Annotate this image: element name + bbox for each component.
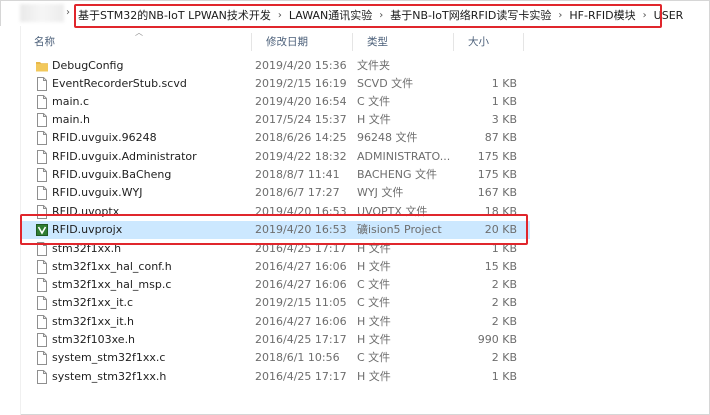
file-row[interactable]: stm32f1xx_hal_conf.h 2016/4/27 16:06 H 文件 1… [20, 258, 530, 276]
file-name: main.c [52, 95, 90, 108]
file-size: 1 KB [491, 95, 517, 108]
file-size: 15 KB [484, 260, 517, 273]
file-type: 96248 文件 [357, 131, 418, 144]
address-bar-highlight-box [74, 4, 662, 28]
file-size: 990 KB [477, 333, 517, 346]
file-size: 2 KB [491, 296, 517, 309]
file-size: 2 KB [491, 351, 517, 364]
file-icon [37, 260, 47, 274]
file-icon [37, 315, 47, 329]
file-row[interactable]: RFID.uvguix.BaCheng 2018/8/7 11:41 BACHENG… [20, 166, 530, 184]
column-header-size[interactable]: 大小 [454, 33, 524, 51]
column-header-date[interactable]: 修改日期 [252, 33, 353, 51]
file-modified-date: 2016/4/27 16:06 [255, 260, 347, 273]
file-modified-date: 2016/4/27 16:06 [255, 315, 347, 328]
navigation-pane[interactable] [0, 26, 21, 415]
file-icon [37, 77, 47, 91]
file-type: H 文件 [357, 333, 391, 346]
address-bar-blurred-segment [20, 4, 64, 22]
file-name: stm32f1xx_hal_conf.h [52, 260, 172, 273]
file-row[interactable]: RFID.uvguix.Administrator 2019/4/22 18:32… [20, 148, 530, 166]
file-modified-date: 2019/4/22 18:32 [255, 150, 347, 163]
file-type: C 文件 [357, 351, 391, 364]
file-modified-date: 2018/6/26 14:25 [255, 131, 347, 144]
file-modified-date: 2018/6/1 10:56 [255, 351, 340, 364]
file-icon [37, 296, 47, 310]
file-row[interactable]: stm32f1xx_hal_msp.c 2016/4/27 16:06 C 文件 2 … [20, 276, 530, 294]
folder-icon [36, 62, 48, 72]
file-size: 1 KB [491, 77, 517, 90]
file-type: BACHENG 文件 [357, 168, 438, 181]
file-size: 175 KB [477, 168, 517, 181]
file-name: system_stm32f1xx.c [52, 351, 166, 364]
file-modified-date: 2017/5/24 15:37 [255, 113, 347, 126]
column-header-row: 名称 修改日期 类型 大小 [20, 33, 710, 51]
file-name: system_stm32f1xx.h [52, 370, 167, 383]
file-size: 87 KB [484, 131, 517, 144]
file-name: main.h [52, 113, 90, 126]
file-name: stm32f1xx_it.c [52, 296, 134, 309]
file-size: 2 KB [491, 315, 517, 328]
file-modified-date: 2019/4/20 16:54 [255, 95, 347, 108]
file-row[interactable]: RFID.uvguix.WYJ 2018/6/7 17:27 WYJ 文件 167 K… [20, 184, 530, 202]
file-size: 1 KB [491, 370, 517, 383]
file-type: H 文件 [357, 315, 391, 328]
file-icon [37, 333, 47, 347]
file-size: 3 KB [491, 113, 517, 126]
file-modified-date: 2019/4/20 15:36 [255, 59, 347, 72]
file-row[interactable]: system_stm32f1xx.c 2018/6/1 10:56 C 文件 2 KB [20, 349, 530, 367]
file-row[interactable]: DebugConfig 2019/4/20 15:36 文件夹 [20, 57, 530, 75]
file-name: EventRecorderStub.scvd [52, 77, 187, 90]
file-icon [37, 278, 47, 292]
file-name: RFID.uvguix.WYJ [52, 186, 143, 199]
file-type: ADMINISTRATO... [357, 150, 451, 163]
file-type: SCVD 文件 [357, 77, 414, 90]
selected-file-highlight-box [20, 214, 528, 245]
file-name: stm32f103xe.h [52, 333, 136, 346]
file-row[interactable]: system_stm32f1xx.h 2016/4/25 17:17 H 文件 1 K… [20, 368, 530, 386]
file-type: C 文件 [357, 296, 391, 309]
file-icon [37, 370, 47, 384]
file-row[interactable]: stm32f1xx_it.c 2019/2/15 11:05 C 文件 2 KB [20, 294, 530, 312]
file-size: 175 KB [477, 150, 517, 163]
file-icon [37, 113, 47, 127]
file-type: 文件夹 [357, 59, 390, 72]
file-modified-date: 2018/8/7 11:41 [255, 168, 340, 181]
file-icon [37, 95, 47, 109]
file-icon [37, 131, 47, 145]
file-type: C 文件 [357, 95, 391, 108]
file-type: C 文件 [357, 278, 391, 291]
file-icon [37, 150, 47, 164]
file-type: WYJ 文件 [357, 186, 404, 199]
file-size: 2 KB [491, 278, 517, 291]
file-modified-date: 2018/6/7 17:27 [255, 186, 340, 199]
file-row[interactable]: stm32f103xe.h 2016/4/25 17:17 H 文件 990 KB [20, 331, 530, 349]
file-row[interactable]: main.h 2017/5/24 15:37 H 文件 3 KB [20, 111, 530, 129]
file-modified-date: 2019/2/15 16:19 [255, 77, 347, 90]
file-row[interactable]: RFID.uvguix.96248 2018/6/26 14:25 96248 文件… [20, 129, 530, 147]
file-row[interactable]: EventRecorderStub.scvd 2019/2/15 16:19 SCV… [20, 75, 530, 93]
file-name: RFID.uvguix.BaCheng [52, 168, 172, 181]
file-type: H 文件 [357, 370, 391, 383]
file-name: stm32f1xx_hal_msp.c [52, 278, 172, 291]
file-row[interactable]: main.c 2019/4/20 16:54 C 文件 1 KB [20, 93, 530, 111]
file-icon [37, 186, 47, 200]
file-row[interactable]: stm32f1xx_it.h 2016/4/27 16:06 H 文件 2 KB [20, 313, 530, 331]
file-name: RFID.uvguix.Administrator [52, 150, 197, 163]
column-header-name[interactable]: 名称 [20, 33, 252, 51]
file-name: stm32f1xx_it.h [52, 315, 134, 328]
file-icon [37, 168, 47, 182]
file-modified-date: 2016/4/25 17:17 [255, 370, 347, 383]
file-name: RFID.uvguix.96248 [52, 131, 157, 144]
file-modified-date: 2016/4/25 17:17 [255, 333, 347, 346]
file-name: DebugConfig [52, 59, 124, 72]
file-icon [37, 351, 47, 365]
file-type: H 文件 [357, 260, 391, 273]
file-modified-date: 2019/2/15 11:05 [255, 296, 347, 309]
file-size [457, 57, 517, 75]
file-type: H 文件 [357, 113, 391, 126]
file-size: 167 KB [477, 186, 517, 199]
column-header-type[interactable]: 类型 [353, 33, 454, 51]
file-modified-date: 2016/4/27 16:06 [255, 278, 347, 291]
